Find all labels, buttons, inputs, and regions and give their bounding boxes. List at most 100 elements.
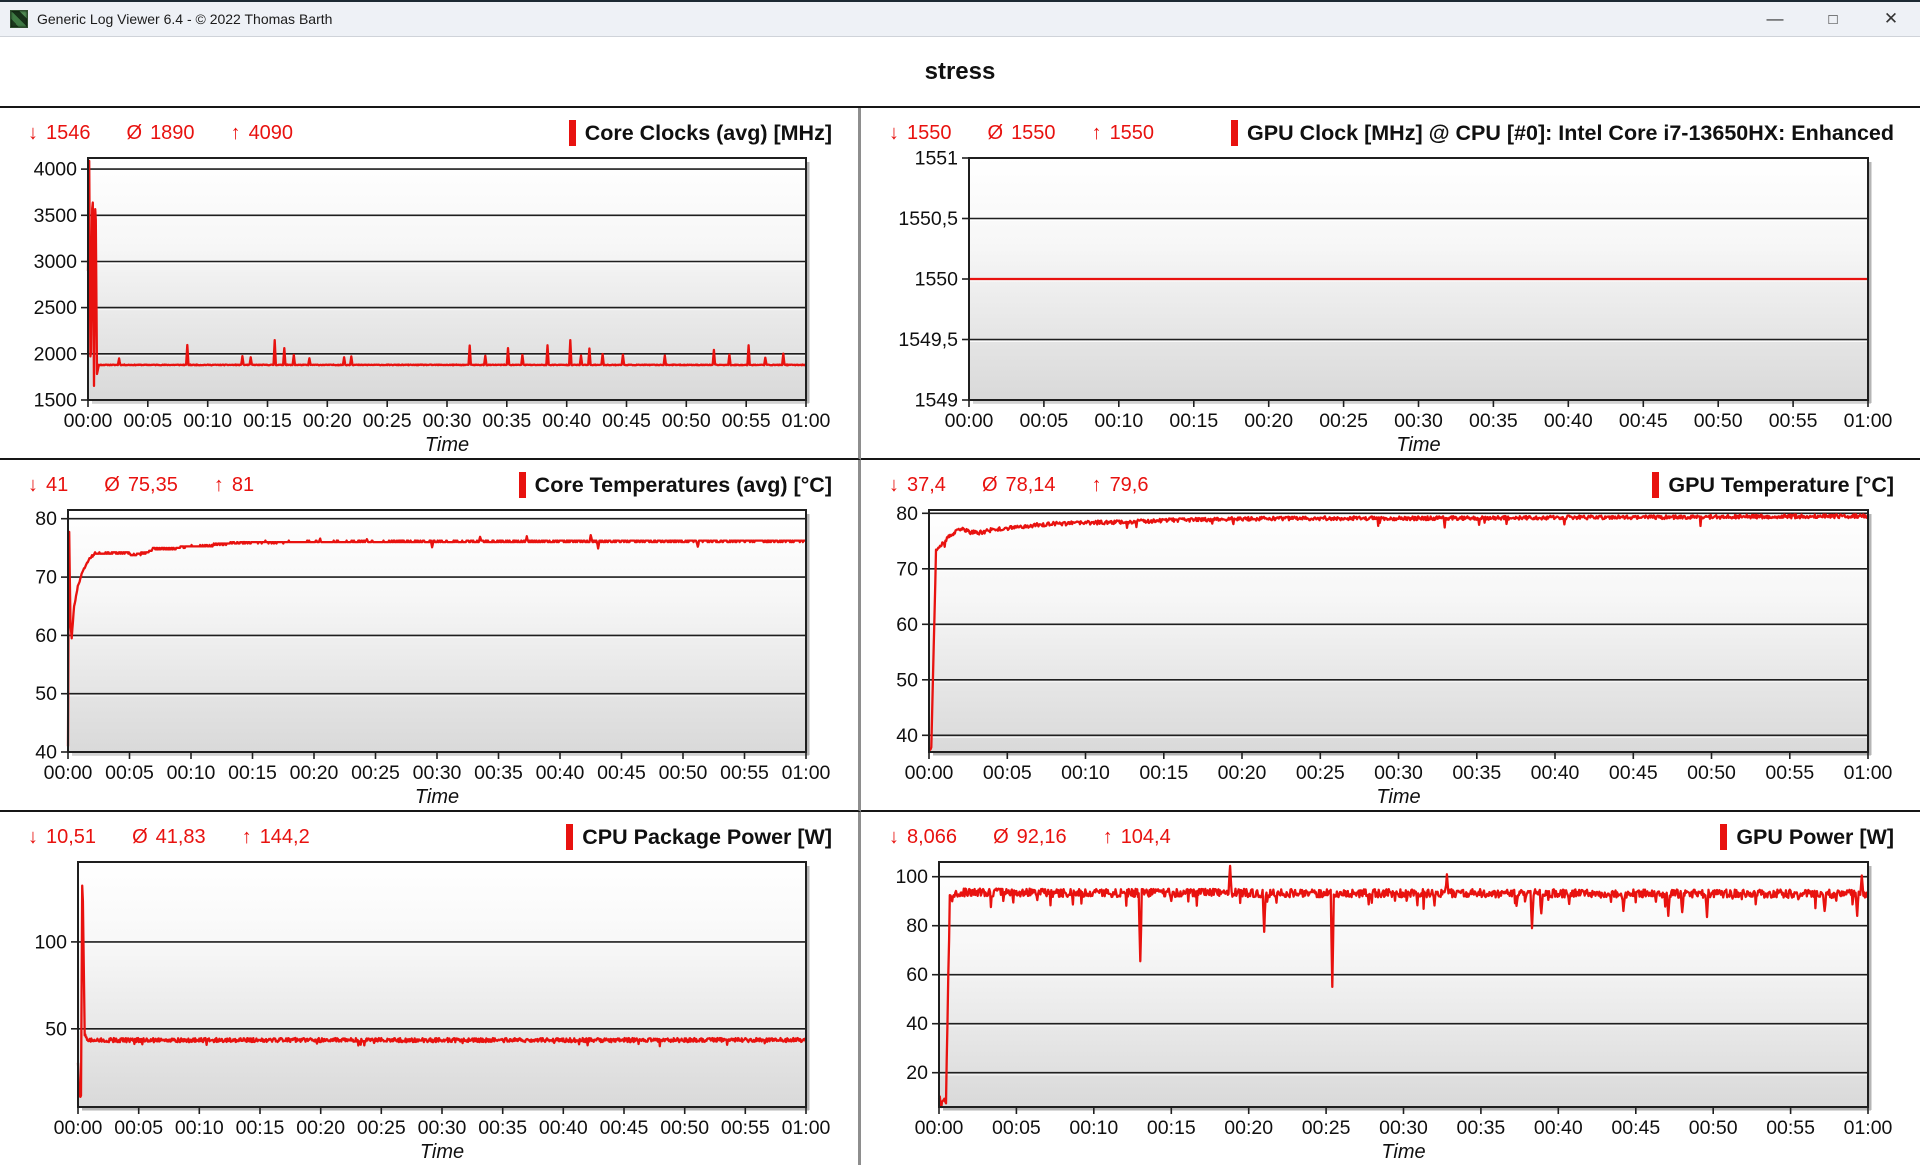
chart-stats: ↓10,51 Ø41,83 ↑144,2 [28,826,310,849]
chart-title: CPU Package Power [W] [566,824,832,850]
chart-stats: ↓37,4 Ø78,14 ↑79,6 [889,474,1149,497]
close-button[interactable]: ✕ [1862,2,1920,36]
svg-text:100: 100 [895,866,928,888]
chart-stats: ↓1546 Ø1890 ↑4090 [28,122,293,145]
svg-text:01:00: 01:00 [782,762,831,784]
stat-max: 144,2 [260,826,310,849]
panel-gpu-clock: ↓1550 Ø1550 ↑1550 GPU Clock [MHz] @ CPU … [861,108,1920,460]
min-arrow-icon: ↓ [28,474,38,497]
series-color-marker-icon [569,120,576,146]
chart-cpu-package-power[interactable]: 5010000:0000:0500:1000:1500:2000:2500:30… [28,854,832,1163]
svg-text:00:45: 00:45 [597,762,646,784]
stat-min: 10,51 [46,826,96,849]
svg-text:00:35: 00:35 [1469,410,1518,432]
svg-text:00:25: 00:25 [357,1117,406,1139]
svg-text:00:45: 00:45 [1611,1117,1660,1139]
svg-text:50: 50 [35,683,57,705]
svg-text:70: 70 [35,567,57,589]
minimize-button[interactable]: — [1746,2,1804,36]
svg-text:00:30: 00:30 [1394,410,1443,432]
min-arrow-icon: ↓ [889,122,899,145]
svg-text:2000: 2000 [34,343,78,365]
stat-min: 8,066 [907,826,957,849]
svg-text:01:00: 01:00 [1844,1117,1893,1139]
svg-text:00:15: 00:15 [243,410,292,432]
min-arrow-icon: ↓ [28,122,38,145]
svg-text:60: 60 [896,614,918,636]
chart-core-clocks[interactable]: 15002000250030003500400000:0000:0500:100… [28,150,832,456]
svg-text:00:35: 00:35 [1452,762,1501,784]
svg-text:00:35: 00:35 [474,762,523,784]
svg-text:00:10: 00:10 [183,410,232,432]
svg-text:Time: Time [1376,786,1420,808]
svg-text:60: 60 [906,964,928,986]
stat-avg: 1550 [1011,122,1056,145]
chart-gpu-temperature[interactable]: 405060708000:0000:0500:1000:1500:2000:25… [889,502,1894,808]
stat-avg: 75,35 [128,474,178,497]
svg-text:00:05: 00:05 [992,1117,1041,1139]
chart-gpu-power[interactable]: 2040608010000:0000:0500:1000:1500:2000:2… [889,854,1894,1163]
svg-text:00:15: 00:15 [1147,1117,1196,1139]
svg-text:00:40: 00:40 [1544,410,1593,432]
svg-text:Time: Time [425,434,469,456]
svg-text:00:10: 00:10 [175,1117,224,1139]
chart-core-temperatures[interactable]: 405060708000:0000:0500:1000:1500:2000:25… [28,502,832,808]
svg-text:00:20: 00:20 [296,1117,345,1139]
chart-title: Core Clocks (avg) [MHz] [569,120,832,146]
svg-text:01:00: 01:00 [1844,762,1893,784]
svg-text:00:55: 00:55 [721,1117,770,1139]
svg-text:50: 50 [896,669,918,691]
svg-text:1550: 1550 [915,269,959,291]
min-arrow-icon: ↓ [889,826,899,849]
svg-text:00:50: 00:50 [1689,1117,1738,1139]
stat-avg: 92,16 [1017,826,1067,849]
svg-text:00:25: 00:25 [363,410,412,432]
stat-avg: 1890 [150,122,195,145]
max-arrow-icon: ↑ [1092,474,1102,497]
panel-core-clocks: ↓1546 Ø1890 ↑4090 Core Clocks (avg) [MHz… [0,108,861,460]
svg-text:00:55: 00:55 [722,410,771,432]
svg-text:00:10: 00:10 [167,762,216,784]
avg-icon: Ø [104,474,120,497]
chart-stats: ↓1550 Ø1550 ↑1550 [889,122,1154,145]
stat-min: 1550 [907,122,952,145]
avg-icon: Ø [132,826,148,849]
svg-text:01:00: 01:00 [782,1117,831,1139]
series-color-marker-icon [1652,472,1659,498]
svg-text:00:35: 00:35 [1456,1117,1505,1139]
svg-text:40: 40 [35,742,57,764]
max-arrow-icon: ↑ [231,122,241,145]
chart-gpu-clock[interactable]: 15491549,515501550,5155100:0000:0500:100… [889,150,1894,456]
svg-text:00:35: 00:35 [478,1117,527,1139]
series-color-marker-icon [519,472,526,498]
svg-text:00:10: 00:10 [1061,762,1110,784]
svg-text:00:50: 00:50 [660,1117,709,1139]
svg-text:1549: 1549 [915,390,958,412]
panel-cpu-power: ↓10,51 Ø41,83 ↑144,2 CPU Package Power [… [0,812,861,1165]
stat-max: 81 [232,474,254,497]
chart-stats: ↓41 Ø75,35 ↑81 [28,474,254,497]
svg-text:40: 40 [906,1013,928,1035]
min-arrow-icon: ↓ [28,826,38,849]
svg-text:1549,5: 1549,5 [898,329,958,351]
svg-text:Time: Time [1396,434,1440,456]
svg-text:00:10: 00:10 [1094,410,1143,432]
maximize-button[interactable]: □ [1804,2,1862,36]
svg-text:40: 40 [896,725,918,747]
svg-text:00:05: 00:05 [123,410,172,432]
svg-text:00:45: 00:45 [1619,410,1668,432]
svg-text:20: 20 [906,1062,928,1084]
svg-text:00:00: 00:00 [915,1117,964,1139]
chart-title: GPU Temperature [°C] [1652,472,1894,498]
svg-text:00:30: 00:30 [1379,1117,1428,1139]
svg-text:00:15: 00:15 [1139,762,1188,784]
svg-text:00:20: 00:20 [290,762,339,784]
svg-text:50: 50 [45,1018,67,1040]
svg-text:00:05: 00:05 [114,1117,163,1139]
svg-text:00:30: 00:30 [423,410,472,432]
svg-text:00:20: 00:20 [1244,410,1293,432]
svg-text:00:50: 00:50 [659,762,708,784]
svg-text:00:25: 00:25 [1319,410,1368,432]
svg-text:80: 80 [35,508,57,530]
chart-title: Core Temperatures (avg) [°C] [519,472,832,498]
